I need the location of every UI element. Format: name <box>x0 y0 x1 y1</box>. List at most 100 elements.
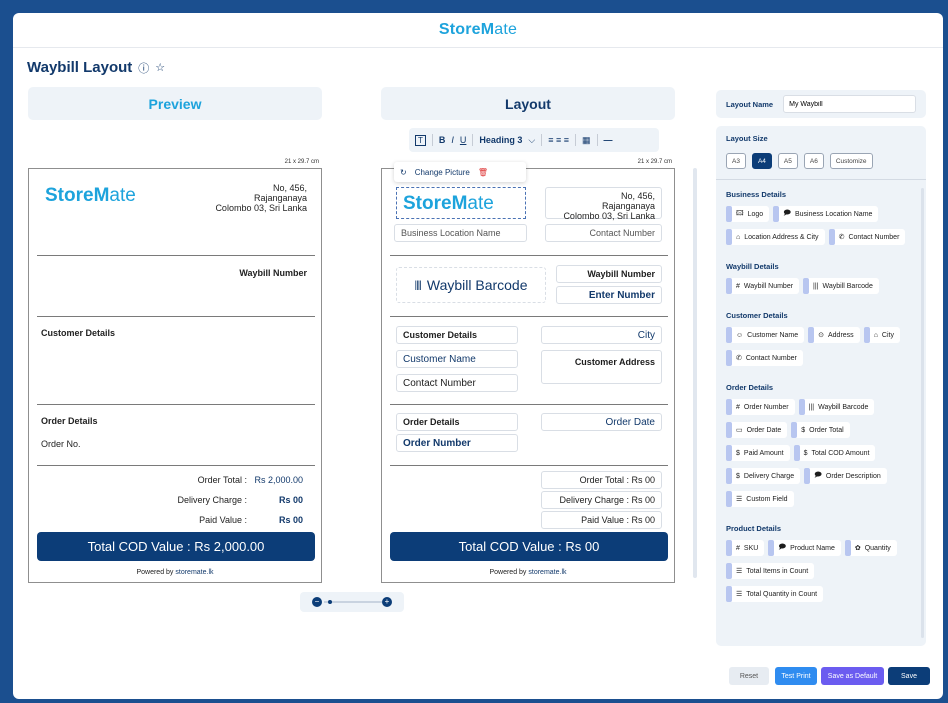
drag-handle[interactable] <box>773 206 780 222</box>
chevron-down-icon[interactable]: ⌵ <box>528 135 535 146</box>
waybill-barcode-block[interactable]: |||| Waybill Barcode <box>396 267 546 303</box>
save-default-button[interactable]: Save as Default <box>821 667 884 685</box>
field-chip[interactable]: 🗩 Order Description <box>804 468 887 484</box>
heading-select[interactable]: Heading 3 <box>479 135 522 145</box>
enter-number-field[interactable]: Enter Number <box>556 286 662 304</box>
field-chip[interactable]: ⊙ Address <box>808 327 860 343</box>
field-chip[interactable]: ☰ Total Items in Count <box>726 563 815 579</box>
field-chip[interactable]: $ Order Total <box>791 422 850 438</box>
size-option-customize[interactable]: Customize <box>829 153 873 169</box>
address-box[interactable]: No, 456, Rajanganaya Colombo 03, Sri Lan… <box>545 187 662 221</box>
field-chip[interactable]: ☺ Customer Name <box>726 327 805 343</box>
order-number-field[interactable]: Order Number <box>396 434 518 452</box>
drag-handle[interactable] <box>726 278 732 294</box>
rotate-icon[interactable]: ↻ <box>400 168 407 177</box>
info-icon[interactable]: ⓘ <box>138 60 149 76</box>
drag-handle[interactable] <box>726 445 732 461</box>
storemate-link[interactable]: storemate.lk <box>175 569 213 576</box>
zoom-out-button[interactable]: − <box>312 597 322 607</box>
logo-selection[interactable]: StoreMate <box>396 187 526 219</box>
drag-handle[interactable] <box>726 540 732 556</box>
field-chip[interactable]: ✆ Contact Number <box>828 229 906 245</box>
test-print-button[interactable]: Test Print <box>775 667 817 685</box>
text-type-icon[interactable]: T <box>415 134 426 146</box>
size-option-a3[interactable]: A3 <box>726 153 746 169</box>
delete-icon[interactable]: 🗑 <box>478 168 488 177</box>
save-button[interactable]: Save <box>888 667 930 685</box>
field-label: Contact Number <box>745 354 797 362</box>
underline-button[interactable]: U <box>460 135 467 145</box>
drag-handle[interactable] <box>726 468 732 484</box>
field-chip[interactable]: 🗩 Business Location Name <box>773 206 879 222</box>
order-date-field[interactable]: Order Date <box>541 413 662 431</box>
layout-cod-banner[interactable]: Total COD Value : Rs 00 <box>390 532 668 561</box>
zoom-in-button[interactable]: + <box>382 597 392 607</box>
change-picture-button[interactable]: Change Picture <box>415 168 470 177</box>
field-chip[interactable]: ⌂ City <box>863 327 900 343</box>
order-total-field[interactable]: Order Total : Rs 00 <box>541 471 662 489</box>
table-icon[interactable]: ▦ <box>582 135 591 146</box>
contact-number-field[interactable]: Contact Number <box>545 224 662 242</box>
zoom-slider-track[interactable] <box>324 601 382 603</box>
layout-name-input[interactable] <box>783 95 916 113</box>
delivery-charge-field[interactable]: Delivery Charge : Rs 00 <box>541 491 662 509</box>
zoom-slider-handle[interactable] <box>327 600 332 604</box>
field-chip[interactable]: $ Total COD Amount <box>793 445 876 461</box>
field-chip[interactable]: 🖾 Logo <box>726 206 770 222</box>
size-option-a6[interactable]: A6 <box>803 153 824 169</box>
drag-handle[interactable] <box>726 563 732 579</box>
align-buttons[interactable]: ≡ ≡ ≡ <box>548 135 569 145</box>
reset-button[interactable]: Reset <box>729 667 769 685</box>
horizontal-rule-button[interactable]: — <box>604 135 613 145</box>
drag-handle[interactable] <box>803 278 810 294</box>
drag-handle[interactable] <box>828 229 835 245</box>
drag-handle[interactable] <box>804 468 811 484</box>
drag-handle[interactable] <box>726 350 732 366</box>
drag-handle[interactable] <box>798 399 805 415</box>
field-chip[interactable]: ⌂ Location Address & City <box>726 229 825 245</box>
field-chip[interactable]: ☰ Custom Field <box>726 491 794 507</box>
layout-storemate-link[interactable]: storemate.lk <box>528 569 566 576</box>
field-chip[interactable]: ||| Waybill Barcode <box>798 399 875 415</box>
sidebar-scrollbar[interactable] <box>921 188 924 638</box>
field-chip[interactable]: $ Delivery Charge <box>726 468 801 484</box>
size-option-a4[interactable]: A4 <box>751 153 772 169</box>
drag-handle[interactable] <box>726 206 732 222</box>
drag-handle[interactable] <box>726 491 732 507</box>
field-chip[interactable]: # Order Number <box>726 399 795 415</box>
drag-handle[interactable] <box>726 586 732 602</box>
customer-name-field[interactable]: Customer Name <box>396 350 518 368</box>
waybill-number-field[interactable]: Waybill Number <box>556 265 662 283</box>
field-chip[interactable]: $ Paid Amount <box>726 445 790 461</box>
city-field[interactable]: City <box>541 326 662 344</box>
business-location-field[interactable]: Business Location Name <box>394 224 527 242</box>
drag-handle[interactable] <box>791 422 798 438</box>
customer-address-field[interactable]: Customer Address <box>541 350 662 384</box>
star-icon[interactable]: ☆ <box>155 61 165 74</box>
paid-value-field[interactable]: Paid Value : Rs 00 <box>541 511 662 529</box>
drag-handle[interactable] <box>808 327 815 343</box>
drag-handle[interactable] <box>863 327 870 343</box>
drag-handle[interactable] <box>726 229 732 245</box>
size-option-a5[interactable]: A5 <box>777 153 798 169</box>
customer-details-field[interactable]: Customer Details <box>396 326 518 344</box>
drag-handle[interactable] <box>726 399 732 415</box>
field-chip[interactable]: # SKU <box>726 540 765 556</box>
layout-scrollbar[interactable] <box>693 168 697 578</box>
field-chip[interactable]: ✿ Quantity <box>844 540 897 556</box>
drag-handle[interactable] <box>793 445 800 461</box>
field-chip[interactable]: 🗩 Product Name <box>768 540 841 556</box>
italic-button[interactable]: I <box>451 135 454 145</box>
bold-button[interactable]: B <box>439 135 446 145</box>
field-chip[interactable]: ||| Waybill Barcode <box>803 278 879 294</box>
drag-handle[interactable] <box>726 422 732 438</box>
field-chip[interactable]: # Waybill Number <box>726 278 800 294</box>
field-chip[interactable]: ✆ Contact Number <box>726 350 803 366</box>
drag-handle[interactable] <box>844 540 851 556</box>
contact-number-field-2[interactable]: Contact Number <box>396 374 518 392</box>
field-chip[interactable]: ☰ Total Quantity in Count <box>726 586 824 602</box>
drag-handle[interactable] <box>768 540 775 556</box>
field-chip[interactable]: ▭ Order Date <box>726 422 788 438</box>
order-details-field[interactable]: Order Details <box>396 413 518 431</box>
drag-handle[interactable] <box>726 327 732 343</box>
